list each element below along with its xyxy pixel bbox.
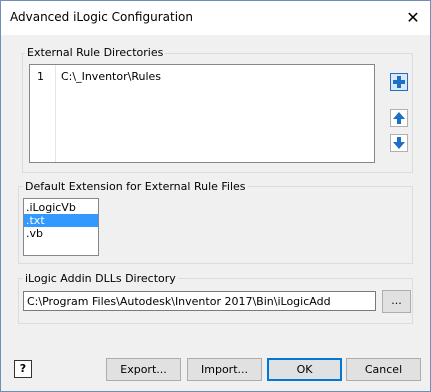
add-icon [390, 73, 408, 91]
import-button[interactable]: Import... [187, 358, 262, 381]
arrow-up-icon [390, 109, 408, 127]
extension-option-selected[interactable]: .txt [24, 214, 98, 227]
rule-row[interactable]: 1 C:\_Inventor\Rules [30, 68, 374, 85]
export-button[interactable]: Export... [106, 358, 181, 381]
extension-list[interactable]: .iLogicVb .txt .vb [23, 198, 99, 256]
help-icon: ? [19, 362, 27, 375]
addin-dir-label: iLogic Addin DLLs Directory [23, 272, 178, 285]
extension-option[interactable]: .vb [24, 227, 98, 240]
cancel-button[interactable]: Cancel [346, 358, 421, 381]
external-rules-label: External Rule Directories [25, 46, 166, 59]
addin-dir-input[interactable]: C:\Program Files\Autodesk\Inventor 2017\… [23, 291, 376, 311]
close-button[interactable]: ✕ [396, 1, 430, 35]
external-rules-list[interactable]: 1 C:\_Inventor\Rules [29, 64, 375, 163]
title-bar: Advanced iLogic Configuration ✕ [1, 1, 430, 35]
arrow-down-icon [390, 134, 408, 152]
move-down-button[interactable] [390, 134, 408, 152]
dialog-title: Advanced iLogic Configuration [10, 10, 193, 24]
move-up-button[interactable] [390, 109, 408, 127]
rule-row-number: 1 [37, 70, 44, 83]
add-directory-button[interactable] [390, 73, 408, 91]
browse-button[interactable]: ... [382, 290, 411, 313]
dialog-window: Advanced iLogic Configuration ✕ External… [0, 0, 431, 392]
rule-row-path: C:\_Inventor\Rules [61, 70, 162, 83]
default-extension-label: Default Extension for External Rule File… [23, 180, 248, 193]
ok-button[interactable]: OK [267, 358, 342, 381]
extension-option[interactable]: .iLogicVb [24, 201, 98, 214]
help-button[interactable]: ? [14, 360, 32, 378]
